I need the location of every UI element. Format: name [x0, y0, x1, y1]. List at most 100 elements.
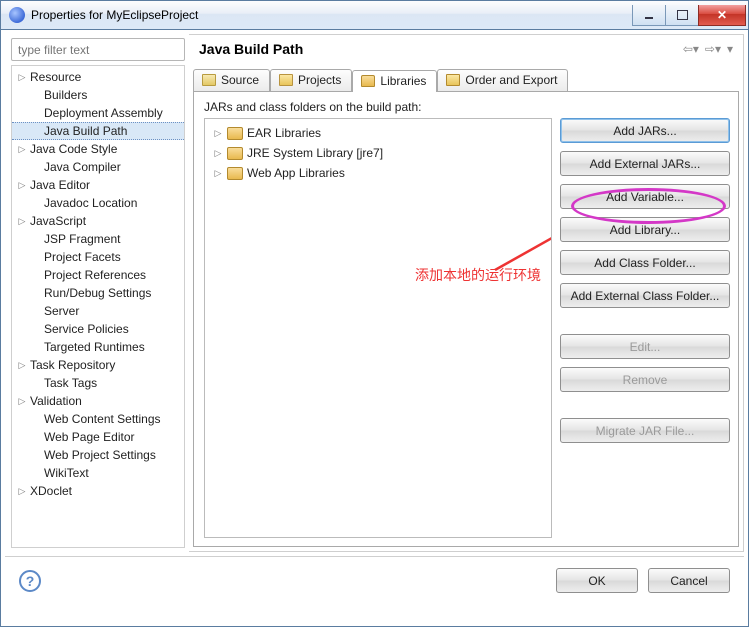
nav-item[interactable]: Targeted Runtimes: [12, 338, 184, 356]
tab-order-label: Order and Export: [465, 73, 557, 87]
btn-label: Add Variable...: [606, 190, 684, 204]
btn-label: Add Class Folder...: [594, 256, 695, 270]
add-variable-button[interactable]: Add Variable...: [560, 184, 730, 209]
library-icon: [227, 127, 243, 140]
add-class-folder-button[interactable]: Add Class Folder...: [560, 250, 730, 275]
tab-projects[interactable]: Projects: [270, 69, 352, 91]
nav-tree[interactable]: ▷ResourceBuildersDeployment AssemblyJava…: [11, 65, 185, 548]
add-library-button[interactable]: Add Library...: [560, 217, 730, 242]
nav-item[interactable]: WikiText: [12, 464, 184, 482]
btn-label: Migrate JAR File...: [596, 424, 695, 438]
page-title: Java Build Path: [199, 41, 303, 57]
history-controls: ⇦▾ ⇨▾ ▾: [683, 42, 733, 56]
remove-button: Remove: [560, 367, 730, 392]
nav-column: ▷ResourceBuildersDeployment AssemblyJava…: [5, 34, 189, 552]
expand-triangle-icon[interactable]: ▷: [16, 396, 28, 407]
btn-label: Remove: [623, 373, 668, 387]
nav-item[interactable]: ▷Java Editor: [12, 176, 184, 194]
nav-item-label: Run/Debug Settings: [42, 286, 151, 300]
nav-item[interactable]: Web Project Settings: [12, 446, 184, 464]
nav-item[interactable]: Project Facets: [12, 248, 184, 266]
btn-label: Add Library...: [610, 223, 680, 237]
expand-triangle-icon[interactable]: ▷: [16, 180, 28, 191]
add-external-jars-button[interactable]: Add External JARs...: [560, 151, 730, 176]
libraries-tree[interactable]: ▷ EAR Libraries ▷ JRE System Library [jr…: [204, 118, 552, 538]
window-title: Properties for MyEclipseProject: [31, 8, 633, 22]
nav-item[interactable]: Deployment Assembly: [12, 104, 184, 122]
nav-item-label: Project Facets: [42, 250, 121, 264]
library-icon: [227, 147, 243, 160]
menu-arrow-icon[interactable]: ▾: [727, 42, 733, 56]
close-button[interactable]: [698, 5, 746, 26]
nav-item[interactable]: ▷Resource: [12, 68, 184, 86]
nav-item[interactable]: ▷Java Code Style: [12, 140, 184, 158]
tree-node-jre[interactable]: ▷ JRE System Library [jre7]: [209, 143, 547, 163]
tab-order-export[interactable]: Order and Export: [437, 69, 568, 91]
ok-button[interactable]: OK: [556, 568, 638, 593]
minimize-button[interactable]: [632, 5, 666, 26]
nav-item-label: Resource: [28, 70, 81, 84]
nav-item[interactable]: ▷Validation: [12, 392, 184, 410]
main-split: ▷ResourceBuildersDeployment AssemblyJava…: [5, 34, 744, 552]
nav-item[interactable]: Task Tags: [12, 374, 184, 392]
btn-label: Cancel: [670, 574, 707, 588]
nav-item[interactable]: Java Build Path: [12, 122, 184, 140]
button-spacer: [560, 316, 730, 326]
back-arrow-icon[interactable]: ⇦▾: [683, 42, 699, 56]
nav-item[interactable]: Web Page Editor: [12, 428, 184, 446]
nav-item-label: Java Editor: [28, 178, 90, 192]
nav-item[interactable]: Builders: [12, 86, 184, 104]
expand-triangle-icon[interactable]: ▷: [213, 148, 223, 159]
maximize-button[interactable]: [665, 5, 699, 26]
tab-source-label: Source: [221, 73, 259, 87]
nav-item-label: JavaScript: [28, 214, 86, 228]
nav-item[interactable]: Run/Debug Settings: [12, 284, 184, 302]
help-icon[interactable]: ?: [19, 570, 41, 592]
nav-item-label: Targeted Runtimes: [42, 340, 145, 354]
nav-item[interactable]: Web Content Settings: [12, 410, 184, 428]
nav-item[interactable]: Service Policies: [12, 320, 184, 338]
nav-item-label: JSP Fragment: [42, 232, 120, 246]
edit-button: Edit...: [560, 334, 730, 359]
nav-item[interactable]: Javadoc Location: [12, 194, 184, 212]
tab-libraries[interactable]: Libraries: [352, 70, 437, 92]
nav-item[interactable]: ▷XDoclet: [12, 482, 184, 500]
expand-triangle-icon[interactable]: ▷: [16, 216, 28, 227]
nav-item[interactable]: Java Compiler: [12, 158, 184, 176]
nav-item-label: Builders: [42, 88, 87, 102]
libraries-caption: JARs and class folders on the build path…: [204, 100, 730, 114]
tree-node-label: Web App Libraries: [247, 166, 345, 180]
expand-triangle-icon[interactable]: ▷: [213, 168, 223, 179]
expand-triangle-icon[interactable]: ▷: [16, 486, 28, 497]
add-jars-button[interactable]: Add JARs...: [560, 118, 730, 143]
nav-item-label: XDoclet: [28, 484, 72, 498]
nav-item[interactable]: JSP Fragment: [12, 230, 184, 248]
expand-triangle-icon[interactable]: ▷: [16, 144, 28, 155]
cancel-button[interactable]: Cancel: [648, 568, 730, 593]
content-header: Java Build Path ⇦▾ ⇨▾ ▾: [189, 35, 743, 67]
expand-triangle-icon[interactable]: ▷: [16, 360, 28, 371]
expand-triangle-icon[interactable]: ▷: [16, 72, 28, 83]
annotation-text: 添加本地的运行环境: [415, 265, 541, 285]
tab-body: ▷ EAR Libraries ▷ JRE System Library [jr…: [204, 118, 730, 538]
nav-item[interactable]: Server: [12, 302, 184, 320]
nav-item-label: Deployment Assembly: [42, 106, 163, 120]
filter-input[interactable]: [11, 38, 185, 61]
tree-node-webapp[interactable]: ▷ Web App Libraries: [209, 163, 547, 183]
libraries-jar-icon: [361, 75, 375, 87]
tree-node-label: JRE System Library [jre7]: [247, 146, 383, 160]
tree-node-ear[interactable]: ▷ EAR Libraries: [209, 123, 547, 143]
order-sort-icon: [446, 74, 460, 86]
nav-item-label: Web Project Settings: [42, 448, 156, 462]
forward-arrow-icon[interactable]: ⇨▾: [705, 42, 721, 56]
nav-item[interactable]: ▷JavaScript: [12, 212, 184, 230]
tab-strip: Source Projects Libraries Order and Expo…: [189, 69, 743, 91]
expand-triangle-icon[interactable]: ▷: [213, 128, 223, 139]
app-icon: [9, 7, 25, 23]
nav-item[interactable]: ▷Task Repository: [12, 356, 184, 374]
tab-source[interactable]: Source: [193, 69, 270, 91]
nav-item-label: Java Build Path: [42, 124, 127, 138]
tab-libraries-label: Libraries: [380, 74, 426, 88]
nav-item[interactable]: Project References: [12, 266, 184, 284]
add-external-class-folder-button[interactable]: Add External Class Folder...: [560, 283, 730, 308]
